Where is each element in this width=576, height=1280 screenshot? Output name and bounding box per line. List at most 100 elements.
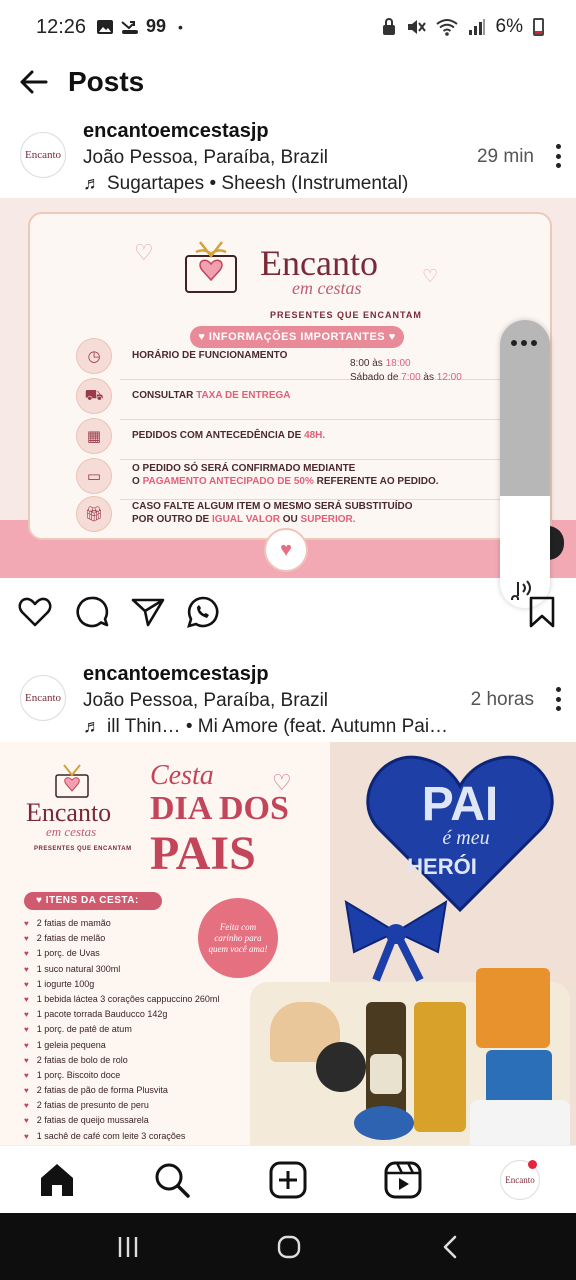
more-options-icon[interactable] <box>511 340 537 346</box>
card-icon: ▭ <box>76 458 112 494</box>
system-navigation <box>0 1213 576 1280</box>
battery-percent: 6% <box>495 16 523 37</box>
post-time: 29 min <box>476 146 534 167</box>
info-text: O <box>132 476 143 487</box>
heart-decoration-icon: ♡ <box>422 266 439 286</box>
volume-level[interactable] <box>500 320 550 496</box>
more-options-icon[interactable] <box>554 144 562 168</box>
recent-apps-icon[interactable] <box>114 1233 142 1261</box>
missed-call-icon <box>121 20 138 34</box>
gift-icon: 🎁︎ <box>76 496 112 532</box>
ribbon-bow <box>344 900 448 982</box>
info-highlight: SUPERIOR. <box>300 514 356 525</box>
info-text: PEDIDOS COM ANTECEDÊNCIA DE <box>132 430 305 441</box>
page-title: Posts <box>68 66 145 97</box>
avatar-logo-text: Encanto <box>24 149 62 161</box>
more-options-icon[interactable] <box>554 687 562 711</box>
status-bar: 12:26 99 • 6% <box>0 0 576 56</box>
post-header: Encanto encantoemcestasjp João Pessoa, P… <box>0 116 576 200</box>
post-header: Encanto encantoemcestasjp João Pessoa, P… <box>0 659 576 743</box>
list-item: 1 pacote torrada Bauducco 142g <box>24 1007 219 1022</box>
clock-icon: ◷ <box>76 338 112 374</box>
status-time: 12:26 <box>36 16 87 38</box>
dot-icon: • <box>178 18 183 35</box>
balloon-sub: é meu <box>442 827 489 849</box>
cesta-title: Cesta <box>150 760 214 791</box>
comment-icon[interactable] <box>74 594 110 630</box>
info-text: O PEDIDO SÓ SERÁ CONFIRMADO MEDIANTE <box>132 463 356 474</box>
list-item: 1 suco natural 300ml <box>24 962 219 977</box>
info-text: POR OUTRO DE <box>132 514 213 525</box>
post-username[interactable]: encantoemcestasjp <box>83 120 269 143</box>
list-item: 1 porç. Biscoito doce <box>24 1068 219 1083</box>
list-item: 2 fatias de pão de forma Plusvita <box>24 1083 219 1098</box>
post-username[interactable]: encantoemcestasjp <box>83 663 269 686</box>
notif-count: 99 <box>146 16 167 36</box>
post-music[interactable]: ♬ Sugartapes • Sheesh (Instrumental) <box>83 173 408 195</box>
music-label: ill Thin… • Mi Amore (feat. Autumn Pai… <box>107 716 449 737</box>
avatar[interactable]: Encanto <box>20 132 66 178</box>
info-highlight: 48H. <box>304 430 326 441</box>
list-item: 2 fatias de melão <box>24 931 219 946</box>
gift-logo-icon <box>55 764 89 798</box>
music-note-icon: ♬ <box>83 716 101 736</box>
music-note-icon: ♬ <box>83 173 101 193</box>
lock-icon <box>382 18 395 35</box>
list-item: 1 sachê de café com leite 3 corações <box>24 1129 219 1144</box>
hours-text: 8:00 às <box>350 358 386 369</box>
post-image[interactable]: ♡ ♡ Encanto em cestas PRESENTES QUE ENCA… <box>0 198 576 578</box>
post-music[interactable]: ♬ ill Thin… • Mi Amore (feat. Autumn Pai… <box>83 716 448 738</box>
like-heart-icon[interactable] <box>17 594 53 630</box>
post-location[interactable]: João Pessoa, Paraíba, Brazil <box>83 147 328 169</box>
items-title: ♥ ITENS DA CESTA: <box>24 892 162 910</box>
gift-logo-icon <box>185 241 237 293</box>
truck-icon: ⛟ <box>76 378 112 414</box>
brand-tagline: PRESENTES QUE ENCANTAM <box>270 310 422 320</box>
post-image[interactable]: Encanto em cestas PRESENTES QUE ENCANTAM… <box>0 742 576 1145</box>
hours-close: 18:00 <box>385 358 411 369</box>
list-item: 2 fatias de bolo de rolo <box>24 1053 219 1068</box>
list-item: 1 geleia pequena <box>24 1038 219 1053</box>
floating-media-panel[interactable] <box>500 320 550 608</box>
back-button-icon[interactable] <box>437 1233 465 1261</box>
search-icon[interactable] <box>152 1160 192 1200</box>
back-arrow-icon[interactable] <box>16 64 52 100</box>
list-item: 1 bebida láctea 3 corações cappuccino 26… <box>24 992 220 1007</box>
avatar[interactable]: Encanto <box>20 675 66 721</box>
post-location[interactable]: João Pessoa, Paraíba, Brazil <box>83 690 328 712</box>
share-send-icon[interactable] <box>130 594 166 630</box>
image-icon <box>97 19 113 34</box>
brand-subtitle: em cestas <box>292 278 362 298</box>
info-highlight: IGUAL VALOR <box>212 514 280 525</box>
system-status-icons: 6% <box>382 16 544 38</box>
heart-decoration-icon: ♡ <box>272 770 292 795</box>
badge-circle: Feita com carinho para quem você ama! <box>198 898 278 978</box>
balloon-heroi: HERÓI <box>407 854 477 879</box>
list-item: 2 fatias de queijo mussarela <box>24 1113 219 1128</box>
profile-avatar-text: Encanto <box>505 1175 535 1185</box>
reels-icon[interactable] <box>383 1160 423 1200</box>
bookmark-icon[interactable] <box>524 594 560 630</box>
info-highlight: TAXA DE ENTREGA <box>196 390 291 401</box>
info-row: ⛟ CONSULTAR TAXA DE ENTREGA <box>76 378 516 420</box>
notification-icons: 99 • <box>96 16 183 37</box>
home-icon[interactable] <box>37 1160 77 1200</box>
heart-badge-icon: ♥ <box>264 528 308 572</box>
list-item: 2 fatias de presunto de peru <box>24 1098 219 1113</box>
signal-icon <box>468 19 485 35</box>
post-time: 2 horas <box>470 689 534 710</box>
list-item: 2 fatias de mamão <box>24 916 219 931</box>
info-card: ♡ ♡ Encanto em cestas PRESENTES QUE ENCA… <box>28 212 552 540</box>
info-row: ▦ PEDIDOS COM ANTECEDÊNCIA DE 48H. <box>76 418 516 460</box>
avatar-logo-text: Encanto <box>24 692 62 704</box>
music-label: Sugartapes • Sheesh (Instrumental) <box>107 173 409 194</box>
whatsapp-icon[interactable] <box>185 594 221 630</box>
create-post-icon[interactable] <box>268 1160 308 1200</box>
list-item: 1 iogurte 100g <box>24 977 219 992</box>
heart-decoration-icon: ♡ <box>134 240 154 265</box>
top-bar: Posts <box>0 56 576 108</box>
info-text: OU <box>279 514 301 525</box>
items-title-label: ITENS DA CESTA: <box>45 895 139 906</box>
calendar-icon: ▦ <box>76 418 112 454</box>
home-button-icon[interactable] <box>275 1233 303 1261</box>
